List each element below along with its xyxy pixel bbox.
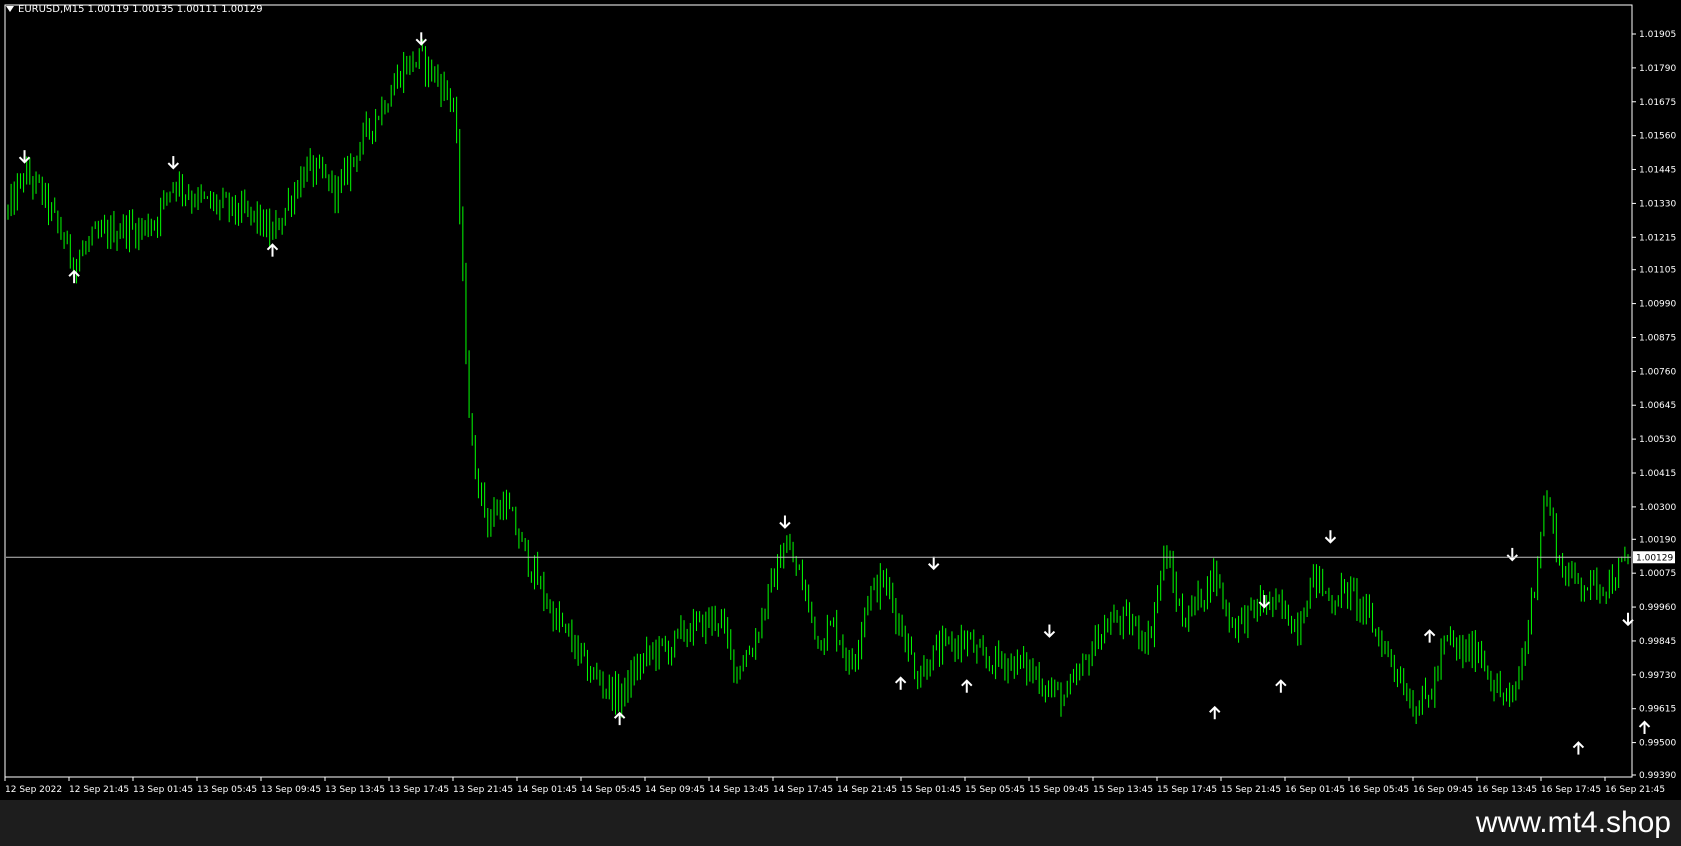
x-tick-label: 16 Sep 01:45 — [1285, 785, 1345, 795]
x-tick-label: 16 Sep 21:45 — [1605, 785, 1665, 795]
y-tick-label: 1.00300 — [1639, 503, 1676, 513]
x-tick-label: 13 Sep 13:45 — [325, 785, 385, 795]
y-tick-label: 1.01215 — [1639, 233, 1676, 243]
ohlc-values: 1.00119 1.00135 1.00111 1.00129 — [87, 4, 263, 15]
x-tick-label: 13 Sep 09:45 — [261, 785, 321, 795]
symbol-label: EURUSD,M15 — [18, 4, 85, 15]
chart-background — [0, 0, 1681, 800]
y-tick-label: 1.00415 — [1639, 469, 1676, 479]
y-tick-label: 1.01330 — [1639, 199, 1676, 209]
x-tick-label: 16 Sep 17:45 — [1541, 785, 1601, 795]
y-tick-label: 1.00190 — [1639, 535, 1676, 545]
y-tick-label: 1.00875 — [1639, 333, 1676, 343]
x-tick-label: 13 Sep 05:45 — [197, 785, 257, 795]
footer-bar — [0, 800, 1681, 846]
y-tick-label: 1.01105 — [1639, 266, 1676, 276]
symbol-header[interactable]: EURUSD,M15 1.00119 1.00135 1.00111 1.001… — [6, 4, 263, 15]
x-tick-label: 15 Sep 05:45 — [965, 785, 1025, 795]
collapse-triangle-icon[interactable] — [6, 6, 14, 12]
x-tick-label: 16 Sep 09:45 — [1413, 785, 1473, 795]
x-tick-label: 14 Sep 01:45 — [517, 785, 577, 795]
x-tick-label: 14 Sep 17:45 — [773, 785, 833, 795]
y-tick-label: 1.01790 — [1639, 64, 1676, 74]
y-tick-label: 0.99960 — [1639, 603, 1676, 613]
y-tick-label: 1.01445 — [1639, 166, 1676, 176]
x-tick-label: 16 Sep 13:45 — [1477, 785, 1537, 795]
price-label: 1.00129 — [1636, 553, 1673, 563]
x-tick-label: 12 Sep 2022 — [5, 785, 62, 795]
x-tick-label: 15 Sep 01:45 — [901, 785, 961, 795]
x-tick-label: 13 Sep 21:45 — [453, 785, 513, 795]
y-tick-label: 0.99500 — [1639, 739, 1676, 749]
y-tick-label: 0.99845 — [1639, 637, 1676, 647]
y-tick-label: 0.99390 — [1639, 771, 1676, 781]
y-tick-label: 1.01675 — [1639, 98, 1676, 108]
y-tick-label: 1.00075 — [1639, 569, 1676, 579]
x-tick-label: 14 Sep 21:45 — [837, 785, 897, 795]
y-tick-label: 0.99615 — [1639, 705, 1676, 715]
x-tick-label: 15 Sep 21:45 — [1221, 785, 1281, 795]
y-tick-label: 1.00645 — [1639, 401, 1676, 411]
x-tick-label: 13 Sep 01:45 — [133, 785, 193, 795]
x-tick-label: 14 Sep 13:45 — [709, 785, 769, 795]
x-tick-label: 16 Sep 05:45 — [1349, 785, 1409, 795]
y-tick-label: 1.00990 — [1639, 300, 1676, 310]
x-tick-label: 15 Sep 13:45 — [1093, 785, 1153, 795]
x-tick-label: 13 Sep 17:45 — [389, 785, 449, 795]
y-tick-label: 0.99730 — [1639, 671, 1676, 681]
x-tick-label: 15 Sep 09:45 — [1029, 785, 1089, 795]
y-tick-label: 1.00530 — [1639, 435, 1676, 445]
x-tick-label: 14 Sep 05:45 — [581, 785, 641, 795]
watermark-text: www.mt4.shop — [1475, 806, 1671, 839]
price-chart[interactable]: 1.00129 1.01905 1.01790 1.01675 1.01560 1.01… — [0, 0, 1681, 800]
x-tick-label: 14 Sep 09:45 — [645, 785, 705, 795]
x-tick-label: 12 Sep 21:45 — [69, 785, 129, 795]
y-tick-label: 1.00760 — [1639, 367, 1676, 377]
y-tick-label: 1.01905 — [1639, 30, 1676, 40]
x-tick-label: 15 Sep 17:45 — [1157, 785, 1217, 795]
y-tick-label: 1.01560 — [1639, 132, 1676, 142]
